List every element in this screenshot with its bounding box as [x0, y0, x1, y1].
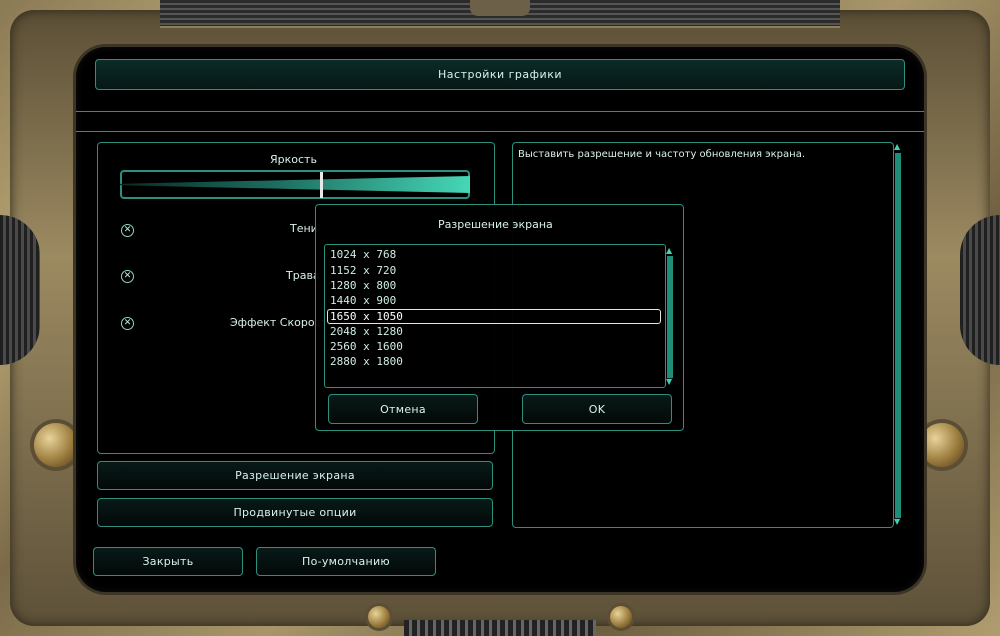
down-arrow-icon[interactable]: ▼	[666, 378, 672, 386]
brightness-label: Яркость	[270, 153, 317, 166]
right-vent	[960, 215, 1000, 365]
defaults-button[interactable]: По-умолчанию	[256, 547, 436, 576]
shadows-checkbox[interactable]: ✕	[121, 224, 134, 237]
bottom-vent	[404, 620, 596, 636]
divider-top	[76, 111, 924, 112]
resolution-option[interactable]: 1440 x 900	[330, 294, 396, 307]
left-vent	[0, 215, 40, 365]
resolution-option[interactable]: 1152 x 720	[330, 264, 396, 277]
window-title-bar: Настройки графики	[95, 59, 905, 90]
bottom-right-knob	[610, 606, 632, 628]
ok-button[interactable]: OK	[522, 394, 672, 424]
up-arrow-icon[interactable]: ▲	[894, 143, 900, 151]
description-scrollbar[interactable]	[895, 153, 901, 518]
grass-checkbox[interactable]: ✕	[121, 270, 134, 283]
brightness-slider-handle[interactable]	[319, 172, 323, 198]
resolution-option[interactable]: 1024 x 768	[330, 248, 396, 261]
bottom-left-knob	[368, 606, 390, 628]
advanced-options-button[interactable]: Продвинутые опции	[97, 498, 493, 527]
left-knob	[34, 423, 78, 467]
resolution-option[interactable]: 2880 x 1800	[330, 355, 403, 368]
up-arrow-icon[interactable]: ▲	[666, 247, 672, 255]
top-cap	[470, 0, 530, 16]
resolution-dialog-title: Разрешение экрана	[438, 218, 553, 231]
resolution-option[interactable]: 1280 x 800	[330, 279, 396, 292]
description-text: Выставить разрешение и частоту обновлени…	[518, 149, 805, 160]
right-knob	[920, 423, 964, 467]
resolution-list-scrollbar[interactable]	[667, 256, 673, 378]
resolution-option[interactable]: 2560 x 1600	[330, 340, 403, 353]
close-button[interactable]: Закрыть	[93, 547, 243, 576]
screen-resolution-button[interactable]: Разрешение экрана	[97, 461, 493, 490]
speed-effect-checkbox[interactable]: ✕	[121, 317, 134, 330]
divider-bottom	[76, 131, 924, 132]
down-arrow-icon[interactable]: ▼	[894, 518, 900, 526]
shadows-label: Тени	[290, 222, 318, 235]
resolution-option-selected[interactable]: 1650 x 1050	[327, 309, 661, 324]
resolution-option[interactable]: 2048 x 1280	[330, 325, 403, 338]
window-title: Настройки графики	[438, 68, 562, 81]
cancel-button[interactable]: Отмена	[328, 394, 478, 424]
